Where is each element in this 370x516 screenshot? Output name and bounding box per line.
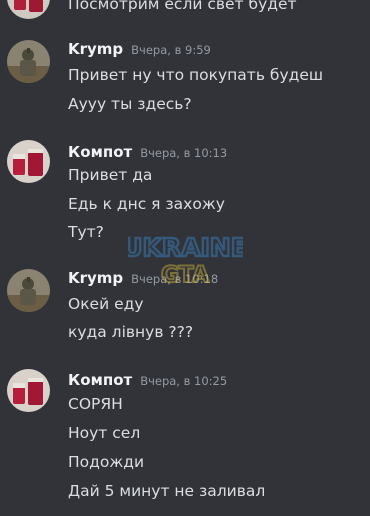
author-name[interactable]: Компот bbox=[68, 371, 132, 389]
author-name[interactable]: Компот bbox=[68, 143, 132, 161]
message-text: СОРЯН bbox=[68, 395, 123, 413]
message-text: Окей еду bbox=[68, 295, 144, 313]
soldier-avatar[interactable] bbox=[7, 40, 50, 83]
drink-avatar[interactable] bbox=[7, 0, 50, 19]
message-header: Компот Вчера, в 10:25 bbox=[68, 371, 227, 391]
message-text: Ноут сел bbox=[68, 424, 141, 442]
watermark-line1: UKRAINE bbox=[128, 233, 243, 262]
message-text: Тут? bbox=[68, 223, 104, 241]
watermark-line2: GTA bbox=[161, 263, 209, 288]
drink-avatar[interactable] bbox=[7, 369, 50, 412]
message-timestamp[interactable]: Вчера, в 10:13 bbox=[140, 146, 227, 160]
previous-message-text: Посмотрим если свет будет bbox=[68, 0, 297, 13]
soldier-avatar[interactable] bbox=[7, 269, 50, 312]
ukraine-gta-watermark-logo: UKRAINE GTA bbox=[121, 228, 249, 290]
author-name[interactable]: Krymp bbox=[68, 269, 123, 287]
message-text: Дай 5 минут не заливал bbox=[68, 482, 266, 500]
message-text: Едь к днс я захожу bbox=[68, 195, 225, 213]
message-header: Компот Вчера, в 10:13 bbox=[68, 143, 227, 163]
drink-avatar[interactable] bbox=[7, 140, 50, 183]
message-text: Подожди bbox=[68, 453, 145, 471]
author-name[interactable]: Krymp bbox=[68, 40, 123, 58]
chat-message-list: Посмотрим если свет будет Krymp Вчера, в… bbox=[0, 0, 370, 516]
message-timestamp[interactable]: Вчера, в 9:59 bbox=[131, 43, 211, 57]
message-timestamp[interactable]: Вчера, в 10:25 bbox=[140, 374, 227, 388]
message-header: Krymp Вчера, в 9:59 bbox=[68, 40, 211, 60]
message-text: Привет да bbox=[68, 166, 153, 184]
message-text: Привет ну что покупать будеш bbox=[68, 66, 324, 84]
message-text: куда лівнув ??? bbox=[68, 323, 194, 341]
message-text: Аууу ты здесь? bbox=[68, 95, 192, 113]
